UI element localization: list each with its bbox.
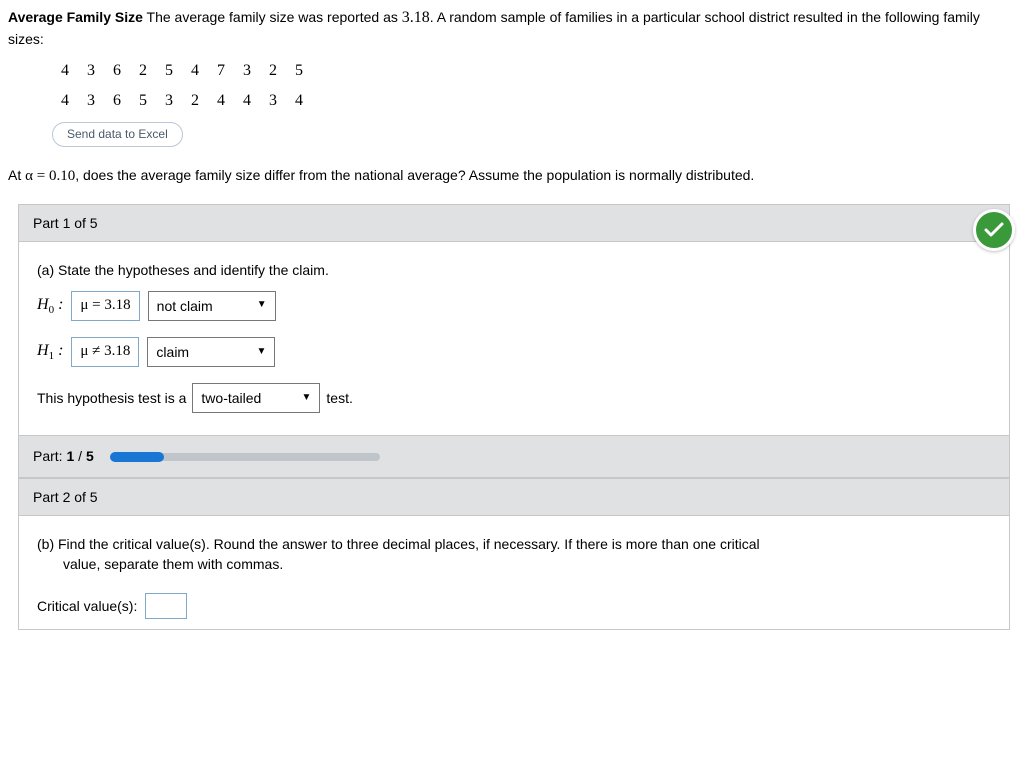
- correct-check-icon: [973, 209, 1015, 251]
- part-1-prompt: (a) State the hypotheses and identify th…: [37, 260, 991, 280]
- critical-value-line: Critical value(s):: [37, 593, 991, 619]
- test-type-line: This hypothesis test is a two-tailed ▼ t…: [37, 383, 991, 413]
- progress-row: Part: 1 / 5: [19, 435, 1009, 476]
- h1-label: H1 :: [37, 339, 63, 365]
- reported-value: 3.18: [402, 9, 430, 26]
- question-text: At α = 0.10, does the average family siz…: [8, 165, 1016, 188]
- critical-value-label: Critical value(s):: [37, 596, 137, 616]
- data-value: 4: [208, 89, 234, 112]
- h1-line: H1 : μ ≠ 3.18 claim ▼: [37, 337, 991, 367]
- h0-label: H0 :: [37, 293, 63, 319]
- data-value: 6: [104, 89, 130, 112]
- sample-data: 4362547325 4365324434: [52, 59, 1016, 111]
- part-2-header: Part 2 of 5: [19, 478, 1009, 516]
- chevron-down-icon: ▼: [257, 345, 267, 360]
- progress-fill: [110, 452, 164, 462]
- data-value: 4: [234, 89, 260, 112]
- progress-label: Part: 1 / 5: [33, 446, 94, 466]
- alpha-expression: α = 0.10: [25, 168, 75, 184]
- problem-title: Average Family Size: [8, 9, 143, 25]
- data-value: 2: [182, 89, 208, 112]
- data-value: 4: [52, 89, 78, 112]
- data-value: 2: [260, 59, 286, 82]
- part-2-prompt: (b) Find the critical value(s). Round th…: [37, 534, 991, 575]
- data-value: 4: [286, 89, 312, 112]
- data-value: 3: [156, 89, 182, 112]
- h1-claim-select[interactable]: claim ▼: [147, 337, 275, 367]
- data-value: 3: [260, 89, 286, 112]
- h0-expression-box[interactable]: μ = 3.18: [71, 291, 139, 321]
- data-value: 4: [182, 59, 208, 82]
- data-value: 4: [52, 59, 78, 82]
- critical-value-input[interactable]: [145, 593, 187, 619]
- part-2-panel: Part 2 of 5 (b) Find the critical value(…: [18, 478, 1010, 630]
- part-1-header: Part 1 of 5: [19, 205, 1009, 242]
- part-1-panel: Part 1 of 5 (a) State the hypotheses and…: [18, 204, 1010, 478]
- h1-expression-box[interactable]: μ ≠ 3.18: [71, 337, 139, 367]
- send-to-excel-button[interactable]: Send data to Excel: [52, 122, 183, 147]
- data-value: 3: [78, 59, 104, 82]
- data-row-1: 4362547325: [52, 59, 1016, 82]
- problem-intro: Average Family Size The average family s…: [8, 6, 1016, 49]
- data-value: 3: [234, 59, 260, 82]
- data-value: 5: [286, 59, 312, 82]
- h0-line: H0 : μ = 3.18 not claim ▼: [37, 291, 991, 321]
- data-value: 5: [156, 59, 182, 82]
- h0-claim-select[interactable]: not claim ▼: [148, 291, 276, 321]
- data-value: 6: [104, 59, 130, 82]
- tail-type-select[interactable]: two-tailed ▼: [192, 383, 320, 413]
- chevron-down-icon: ▼: [257, 298, 267, 313]
- data-value: 2: [130, 59, 156, 82]
- chevron-down-icon: ▼: [302, 391, 312, 406]
- data-value: 5: [130, 89, 156, 112]
- data-row-2: 4365324434: [52, 89, 1016, 112]
- progress-bar[interactable]: [110, 453, 380, 461]
- data-value: 7: [208, 59, 234, 82]
- data-value: 3: [78, 89, 104, 112]
